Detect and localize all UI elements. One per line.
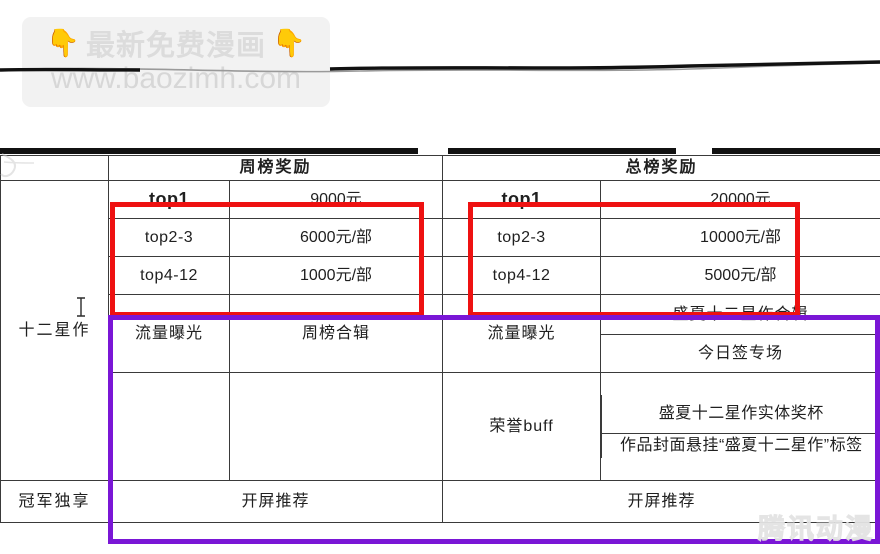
watermark-cn-text: 最新免费漫画 (85, 30, 266, 62)
cell-header-total: 总榜奖励 (442, 155, 880, 181)
cell-total-honor-value-1: 作品封面悬挂“盛夏十二星作”标签 (601, 432, 880, 458)
cell-rowlabel-champion: 冠军独享 (0, 480, 109, 523)
rule-gap-a (418, 148, 448, 154)
table-row: 盛夏十二星作实体奖杯 (601, 395, 880, 434)
cell-total-honor-value-0: 盛夏十二星作实体奖杯 (601, 395, 880, 434)
table-row: 流量曝光 周榜合辑 流量曝光 盛夏十二星作合辑 (1, 294, 880, 373)
cell-total-rank-2: top4-12 (442, 256, 602, 295)
table-row: 荣誉buff 盛夏十二星作实体奖杯 作品封面悬挂“盛夏十二星作”标签 (1, 372, 880, 481)
table-row: top4-12 1000元/部 top4-12 5000元/部 (1, 256, 880, 295)
cell-weekly-rank-2: top4-12 (108, 256, 230, 295)
cell-weekly-rank-0: top1 (108, 180, 230, 219)
table-row: top2-3 6000元/部 top2-3 10000元/部 (1, 218, 880, 257)
watermark-title-row: 👇 最新免费漫画 👇 (22, 20, 330, 66)
cell-total-perk-value-0: 盛夏十二星作合辑 (600, 294, 880, 335)
cell-total-prize-0: 20000元 (600, 180, 880, 219)
cell-weekly-perk-label: 流量曝光 (108, 294, 230, 373)
cell-total-rank-0: top1 (442, 180, 602, 219)
table-row: 冠军独享 开屏推荐 开屏推荐 (0, 480, 880, 523)
cell-weekly-prize-1: 6000元/部 (228, 218, 444, 257)
reward-table-container: 周榜奖励 总榜奖励 十二星作 top1 9000元 top1 20000元 to… (0, 148, 880, 554)
cell-header-weekly: 周榜奖励 (107, 155, 444, 181)
cell-weekly-perk-value-0: 周榜合辑 (228, 294, 444, 373)
cell-total-prize-2: 5000元/部 (600, 256, 880, 295)
cell-total-honor-label: 荣誉buff (442, 372, 602, 481)
cell-weekly-champion: 开屏推荐 (107, 480, 444, 523)
cell-total-rank-1: top2-3 (442, 218, 602, 257)
cell-header-corner (0, 155, 109, 181)
cell-weekly-blank-label (108, 372, 230, 481)
table-row: 周榜奖励 总榜奖励 (0, 155, 880, 181)
cell-total-prize-1: 10000元/部 (600, 218, 880, 257)
table-row: 作品封面悬挂“盛夏十二星作”标签 (601, 432, 880, 458)
pointing-down-hand-icon-right: 👇 (272, 27, 306, 58)
cell-weekly-prize-2: 1000元/部 (228, 256, 444, 295)
cell-total-champion: 开屏推荐 (442, 480, 880, 523)
cell-weekly-blank-value (228, 372, 444, 481)
pointing-down-hand-icon-left: 👇 (46, 27, 80, 58)
cell-total-perk-label: 流量曝光 (442, 294, 602, 373)
rule-gap-b (676, 148, 712, 154)
watermark-banner: 👇 最新免费漫画 👇 www.baozimh.com (0, 0, 880, 148)
cell-weekly-rank-1: top2-3 (108, 218, 230, 257)
cell-total-perk-value-1: 今日签专场 (600, 334, 880, 373)
table-row: 十二星作 top1 9000元 top1 20000元 (0, 180, 880, 481)
reward-table: 周榜奖励 总榜奖励 十二星作 top1 9000元 top1 20000元 to… (0, 155, 880, 523)
watermark-url-text: www.baozimh.com (50, 62, 302, 95)
cell-total-honor-values: 盛夏十二星作实体奖杯 作品封面悬挂“盛夏十二星作”标签 (601, 373, 880, 481)
cell-rowlabel-stars: 十二星作 (0, 180, 109, 481)
cell-weekly-prize-0: 9000元 (228, 180, 444, 219)
